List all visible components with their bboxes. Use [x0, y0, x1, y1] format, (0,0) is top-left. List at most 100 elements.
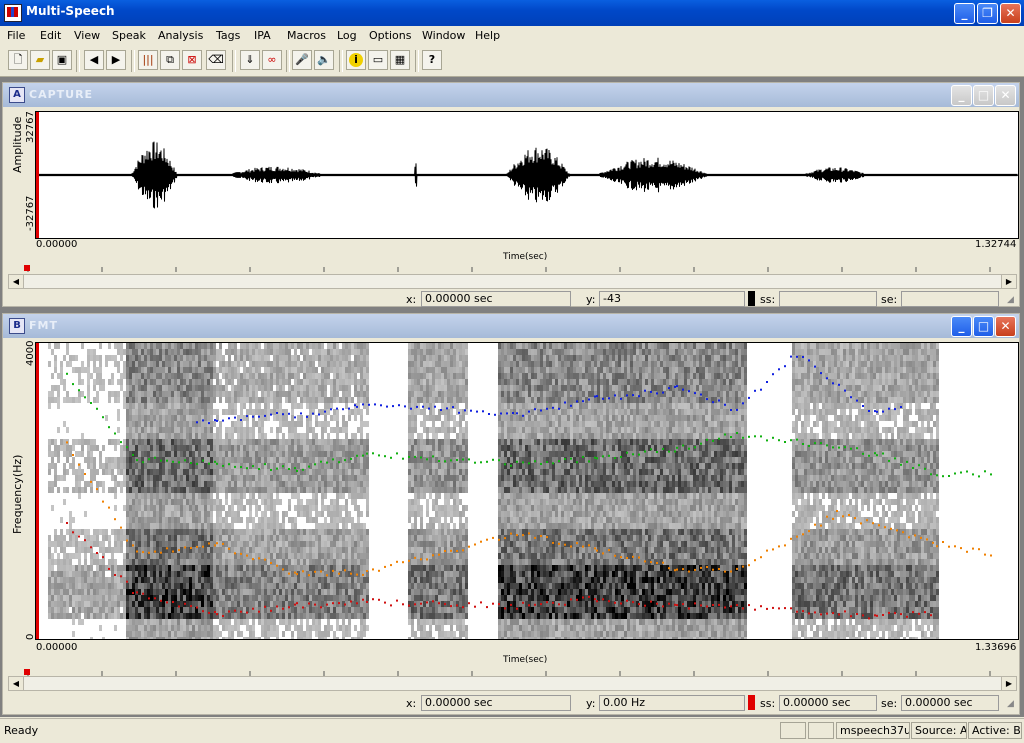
app-logo-icon — [4, 4, 22, 22]
scroll-left-icon[interactable]: ◀ — [9, 677, 24, 690]
save-button[interactable]: ▣ — [52, 50, 72, 70]
toolbar: 🗋 ▰ ▣ ◀ ▶ ||| ⧉ ⊠ ⌫ ⇓ ∞ 🎤 🔈 i ▭ ▦ ? — [0, 46, 1024, 77]
waveform-plot[interactable] — [35, 111, 1019, 239]
formant-title-bar[interactable]: B FMT _ □ ✕ — [3, 314, 1019, 338]
menu-macros[interactable]: Macros — [287, 29, 326, 42]
capture-y-field: -43 — [599, 291, 745, 307]
menu-log[interactable]: Log — [337, 29, 357, 42]
maximize-icon: □ — [978, 88, 989, 102]
app-title-bar[interactable]: Multi-Speech _ ❐ ✕ — [0, 0, 1024, 26]
spectrogram-button[interactable]: ||| — [138, 50, 158, 70]
capture-minimize-button[interactable]: _ — [951, 85, 972, 106]
resize-grip-icon[interactable]: ◢ — [1007, 699, 1014, 709]
formant-close-button[interactable]: ✕ — [995, 316, 1016, 337]
status-active: Active: B — [968, 722, 1022, 739]
grid-icon: ▦ — [395, 53, 405, 66]
download-icon: ⇓ — [245, 53, 254, 66]
capture-x-label: x: — [406, 293, 416, 306]
capture-title: CAPTURE — [29, 88, 93, 101]
status-source: Source: A — [911, 722, 967, 739]
grid-button[interactable]: ▦ — [390, 50, 410, 70]
play-button[interactable]: 🔈 — [314, 50, 334, 70]
minimize-button[interactable]: _ — [954, 3, 975, 24]
menu-file[interactable]: File — [7, 29, 25, 42]
formant-minimize-button[interactable]: _ — [951, 316, 972, 337]
scroll-left-icon[interactable]: ◀ — [9, 275, 24, 288]
formant-y-field: 0.00 Hz — [599, 695, 745, 711]
formant-title: FMT — [29, 319, 58, 332]
forward-button[interactable]: ▶ — [106, 50, 126, 70]
formant-scrollbar[interactable]: ◀ ▶ — [8, 676, 1017, 691]
record-button[interactable]: 🎤 — [292, 50, 312, 70]
close-icon: ✕ — [1000, 88, 1010, 102]
eraser-button[interactable]: ⌫ — [206, 50, 226, 70]
back-button[interactable]: ◀ — [84, 50, 104, 70]
menu-options[interactable]: Options — [369, 29, 411, 42]
restore-button[interactable]: ❐ — [977, 3, 998, 24]
formant-se-field: 0.00000 sec — [901, 695, 999, 711]
capture-xstart: 0.00000 — [36, 239, 77, 250]
formant-xlabel: Time(sec) — [503, 655, 547, 665]
menu-help[interactable]: Help — [475, 29, 500, 42]
close-icon: ✕ — [1000, 319, 1010, 333]
new-file-icon: 🗋 — [14, 53, 23, 66]
delete-window-button[interactable]: ⊠ — [182, 50, 202, 70]
monitor-button[interactable]: ▭ — [368, 50, 388, 70]
formant-xend: 1.33696 — [975, 642, 1016, 653]
link-button[interactable]: ∞ — [262, 50, 282, 70]
help-button[interactable]: ? — [422, 50, 442, 70]
close-button[interactable]: ✕ — [1000, 3, 1021, 24]
info-icon: i — [349, 53, 363, 67]
help-question-icon: ? — [429, 53, 435, 66]
scroll-right-icon[interactable]: ▶ — [1001, 677, 1016, 690]
formant-se-label: se: — [881, 697, 897, 710]
capture-maximize-button[interactable]: □ — [973, 85, 994, 106]
minimize-icon: _ — [962, 6, 968, 20]
formant-window[interactable]: B FMT _ □ ✕ Frequency(Hz) 4000 0 0.00000… — [2, 313, 1020, 715]
capture-scrollbar[interactable]: ◀ ▶ — [8, 274, 1017, 289]
ruler-start-marker[interactable] — [24, 265, 30, 271]
copy-window-button[interactable]: ⧉ — [160, 50, 180, 70]
info-button[interactable]: i — [346, 50, 366, 70]
capture-xend: 1.32744 — [975, 239, 1016, 250]
capture-close-button[interactable]: ✕ — [995, 85, 1016, 106]
ruler-start-marker[interactable] — [24, 669, 30, 675]
formant-maximize-button[interactable]: □ — [973, 316, 994, 337]
capture-time-ruler — [8, 263, 1016, 273]
menu-speak[interactable]: Speak — [112, 29, 146, 42]
scroll-right-icon[interactable]: ▶ — [1001, 275, 1016, 288]
forward-arrow-icon: ▶ — [112, 53, 120, 66]
capture-se-label: se: — [881, 293, 897, 306]
link-icon: ∞ — [267, 53, 276, 66]
formant-selection-marker — [748, 695, 755, 710]
menu-edit[interactable]: Edit — [40, 29, 61, 42]
status-panel-empty-1 — [780, 722, 806, 739]
menu-window[interactable]: Window — [422, 29, 465, 42]
status-ready: Ready — [4, 724, 38, 737]
menu-analysis[interactable]: Analysis — [158, 29, 203, 42]
capture-window[interactable]: A CAPTURE _ □ ✕ Amplitude 32767 -32767 0… — [2, 82, 1020, 307]
mdi-workspace: A CAPTURE _ □ ✕ Amplitude 32767 -32767 0… — [0, 77, 1024, 717]
spectrogram-plot[interactable] — [35, 342, 1019, 640]
capture-ylabel: Amplitude — [11, 117, 24, 173]
delete-window-icon: ⊠ — [187, 53, 196, 66]
formant-ss-field: 0.00000 sec — [779, 695, 877, 711]
menu-ipa[interactable]: IPA — [254, 29, 271, 42]
resize-grip-icon[interactable]: ◢ — [1007, 295, 1014, 305]
download-button[interactable]: ⇓ — [240, 50, 260, 70]
status-bar: Ready mspeech37use Source: A Active: B — [0, 718, 1024, 743]
eraser-icon: ⌫ — [208, 53, 224, 66]
restore-icon: ❐ — [982, 6, 993, 20]
status-panel-empty-2 — [808, 722, 834, 739]
menu-tags[interactable]: Tags — [216, 29, 240, 42]
close-icon: ✕ — [1005, 6, 1015, 20]
menu-view[interactable]: View — [74, 29, 100, 42]
capture-title-bar[interactable]: A CAPTURE _ □ ✕ — [3, 83, 1019, 107]
formant-ss-label: ss: — [760, 697, 775, 710]
spectrogram-icon: ||| — [142, 53, 153, 66]
capture-x-field: 0.00000 sec — [421, 291, 571, 307]
new-file-button[interactable]: 🗋 — [8, 50, 28, 70]
open-button[interactable]: ▰ — [30, 50, 50, 70]
formant-x-field: 0.00000 sec — [421, 695, 571, 711]
microphone-icon: 🎤 — [295, 53, 309, 66]
